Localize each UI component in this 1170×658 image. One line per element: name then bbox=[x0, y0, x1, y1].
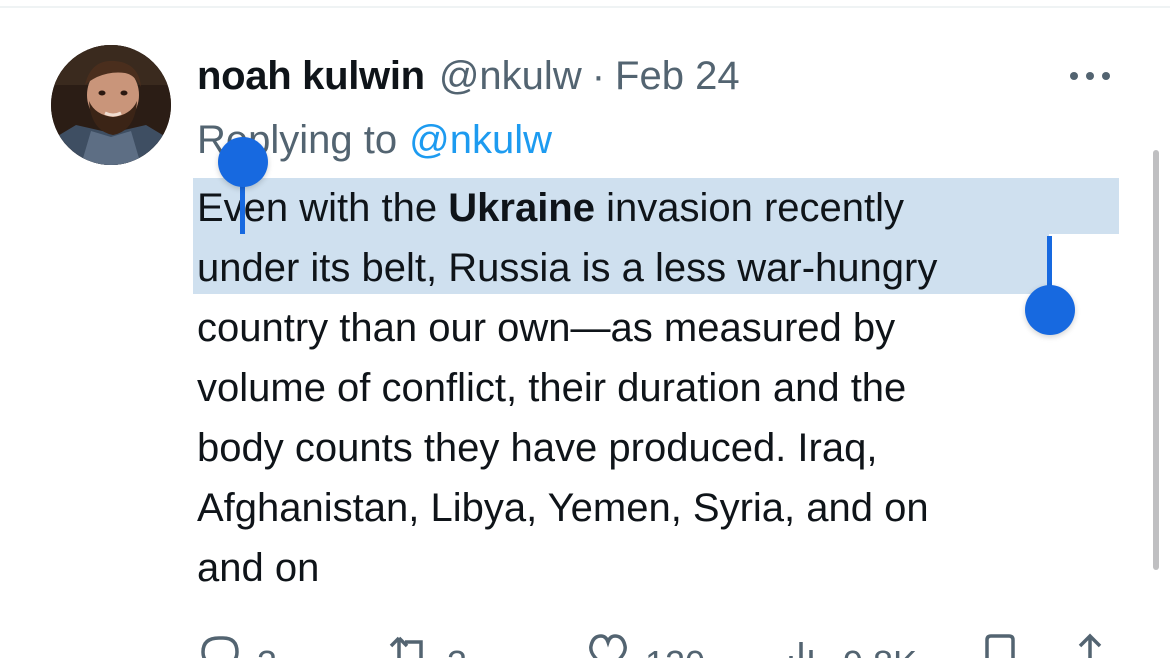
like-icon bbox=[589, 634, 627, 658]
views-icon bbox=[789, 642, 813, 658]
body-text-segment: Even with the bbox=[197, 186, 449, 230]
retweet-count: 3 bbox=[447, 642, 467, 658]
selection-end-handle[interactable] bbox=[1025, 285, 1075, 335]
reply-count: 3 bbox=[257, 642, 277, 658]
tweet-actions-bar: 3 3 120 9.8K bbox=[197, 630, 1117, 658]
body-text-segment: invasion recently bbox=[595, 186, 905, 230]
share-icon bbox=[1073, 633, 1107, 658]
avatar[interactable] bbox=[51, 45, 171, 165]
tweet-body-line: and on bbox=[197, 546, 320, 590]
tweet-body: Even with the Ukraine invasion recently … bbox=[197, 178, 1127, 598]
user-handle[interactable]: @nkulw bbox=[439, 54, 582, 99]
ellipsis-icon bbox=[1070, 72, 1078, 80]
tweet-body-line: Even with the Ukraine invasion recently bbox=[197, 178, 1127, 238]
tweet-body-line: under its belt, Russia is a less war-hun… bbox=[197, 246, 938, 290]
like-button[interactable]: 120 bbox=[585, 630, 705, 658]
tweet-body-line: Afghanistan, Libya, Yemen, Syria, and on bbox=[197, 486, 929, 530]
tweet-body-line: volume of conflict, their duration and t… bbox=[197, 366, 907, 410]
display-name[interactable]: noah kulwin bbox=[197, 54, 425, 99]
avatar-photo bbox=[51, 45, 171, 165]
bookmark-button[interactable] bbox=[977, 630, 1023, 658]
separator-dot: · bbox=[591, 53, 606, 98]
selection-start-handle[interactable] bbox=[218, 137, 268, 187]
reply-icon bbox=[201, 636, 239, 658]
replying-to-mention[interactable]: @nkulw bbox=[409, 118, 552, 163]
ellipsis-icon bbox=[1102, 72, 1110, 80]
scrollbar[interactable] bbox=[1153, 150, 1159, 570]
bookmark-icon bbox=[985, 634, 1015, 658]
tweet-header: noah kulwin @nkulw · Feb 24 bbox=[197, 52, 740, 100]
top-divider bbox=[0, 6, 1170, 8]
like-count: 120 bbox=[645, 642, 705, 658]
more-options-button[interactable] bbox=[1066, 60, 1114, 92]
retweet-icon bbox=[389, 636, 423, 658]
ellipsis-icon bbox=[1086, 72, 1094, 80]
tweet-body-line: country than our own—as measured by bbox=[197, 306, 896, 350]
reply-button[interactable]: 3 bbox=[197, 630, 277, 658]
tweet-date[interactable]: Feb 24 bbox=[615, 54, 740, 99]
retweet-button[interactable]: 3 bbox=[387, 630, 467, 658]
bold-keyword: Ukraine bbox=[448, 186, 595, 230]
views-button[interactable]: 9.8K bbox=[783, 630, 917, 658]
views-count: 9.8K bbox=[843, 642, 917, 658]
tweet-body-line: body counts they have produced. Iraq, bbox=[197, 426, 878, 470]
share-button[interactable] bbox=[1067, 630, 1113, 658]
